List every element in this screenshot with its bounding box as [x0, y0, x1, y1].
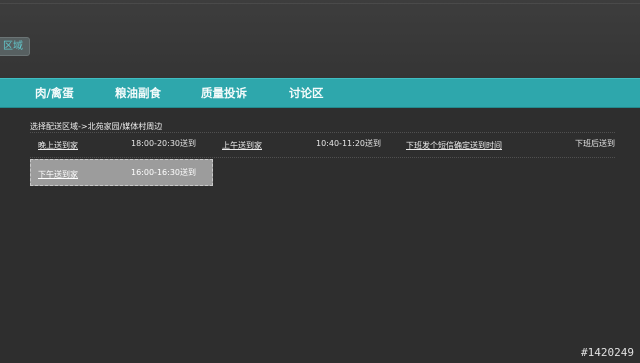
morning-delivery-time: 10:40-11:20送到: [316, 139, 381, 148]
evening-delivery-time: 18:00-20:30送到: [131, 139, 196, 148]
header-divider: [0, 3, 640, 4]
divider: [30, 157, 615, 158]
after-work-delivery-time: 下班后送到: [575, 139, 615, 148]
afternoon-delivery-link[interactable]: 下午送到家: [38, 169, 78, 180]
divider: [30, 132, 615, 133]
nav-item-grain-oil[interactable]: 粮油副食: [115, 79, 161, 107]
morning-delivery-link[interactable]: 上午送到家: [222, 140, 262, 151]
main-nav: 肉/禽蛋 粮油副食 质量投诉 讨论区: [0, 78, 640, 108]
delivery-area-title: 选择配送区域->北苑家园/媒体村周边: [30, 122, 163, 131]
top-header: 区域: [0, 0, 640, 79]
selected-slot-afternoon[interactable]: 下午送到家 16:00-16:30送到: [30, 159, 213, 186]
nav-item-meat-poultry-eggs[interactable]: 肉/禽蛋: [35, 79, 74, 107]
evening-delivery-link[interactable]: 晚上送到家: [38, 140, 78, 151]
afternoon-delivery-time: 16:00-16:30送到: [131, 168, 196, 177]
region-chip-button[interactable]: 区域: [0, 37, 30, 56]
nav-item-quality-complaints[interactable]: 质量投诉: [201, 79, 247, 107]
after-work-sms-link[interactable]: 下班发个短信确定送到时间: [406, 140, 502, 151]
nav-item-discussion[interactable]: 讨论区: [289, 79, 324, 107]
image-watermark: #1420249: [581, 346, 634, 359]
